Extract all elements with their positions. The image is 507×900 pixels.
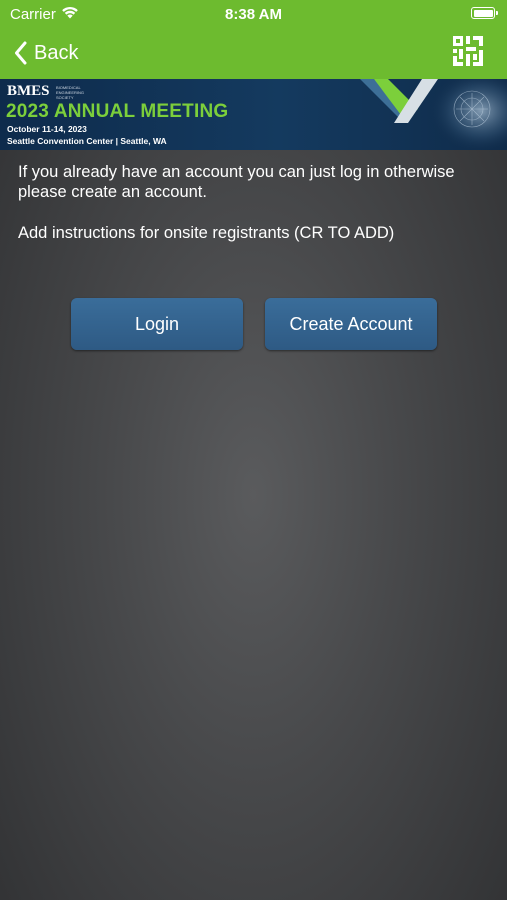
battery-icon — [471, 7, 498, 19]
banner-venue: Seattle Convention Center | Seattle, WA — [7, 136, 167, 146]
banner-title: 2023 ANNUAL MEETING — [6, 101, 229, 122]
login-button[interactable]: Login — [71, 298, 243, 350]
banner-artwork — [360, 79, 507, 150]
nav-bar: Back — [0, 30, 507, 76]
qr-scan-icon[interactable] — [451, 34, 485, 68]
banner-org: BMES — [7, 83, 50, 99]
onsite-instructions-text: Add instructions for onsite registrants … — [18, 224, 395, 242]
status-time: 8:38 AM — [225, 6, 282, 23]
banner-dates: October 11-14, 2023 — [7, 124, 87, 134]
back-button[interactable]: Back — [14, 38, 78, 68]
banner-org-subtitle: BIOMEDICAL ENGINEERING SOCIETY — [56, 85, 85, 100]
content-area: If you already have an account you can j… — [18, 162, 493, 243]
status-bar: Carrier 8:38 AM — [0, 0, 507, 28]
event-banner: BMES BIOMEDICAL ENGINEERING SOCIETY 2023… — [0, 79, 507, 150]
create-account-button[interactable]: Create Account — [265, 298, 437, 350]
top-bar: Carrier 8:38 AM Back — [0, 0, 507, 79]
intro-text: If you already have an account you can j… — [18, 163, 455, 201]
chevron-left-icon — [15, 41, 27, 65]
back-label: Back — [34, 41, 79, 64]
